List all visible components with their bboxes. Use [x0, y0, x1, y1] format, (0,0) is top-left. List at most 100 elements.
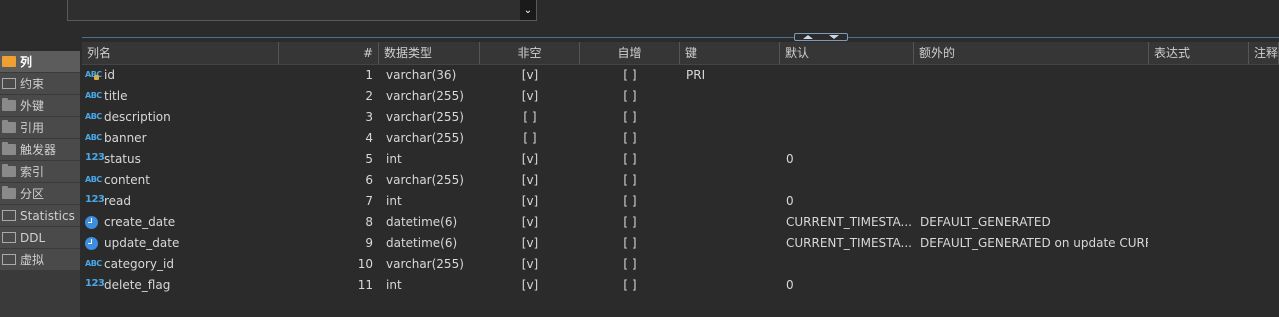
cell-notnull[interactable]: [v]: [480, 149, 580, 170]
cell-autoinc[interactable]: [ ]: [580, 149, 680, 170]
cell-extra: [920, 128, 1148, 149]
cell-autoinc[interactable]: [ ]: [580, 107, 680, 128]
cell-name: banner: [104, 131, 147, 145]
cell-notnull[interactable]: [v]: [480, 65, 580, 86]
column-header[interactable]: 数据类型: [379, 42, 480, 64]
string-type-icon: ABC: [85, 259, 102, 268]
cell-notnull[interactable]: [ ]: [480, 128, 580, 149]
cell-autoinc[interactable]: [ ]: [580, 65, 680, 86]
column-header[interactable]: 额外的: [914, 42, 1149, 64]
chevron-down-icon[interactable]: ⌄: [520, 0, 536, 20]
panel-splitter[interactable]: [82, 37, 1279, 38]
cell-notnull[interactable]: [v]: [480, 86, 580, 107]
splitter-toggle-button[interactable]: [794, 33, 848, 41]
table-row[interactable]: ABC description 3 varchar(255) [ ][ ]: [82, 107, 1279, 128]
cell-num: 5: [365, 152, 373, 166]
cell-name: create_date: [104, 215, 176, 229]
cell-notnull[interactable]: [v]: [480, 191, 580, 212]
table-row[interactable]: 123 delete_flag 11 int [v][ ] 0: [82, 275, 1279, 296]
datetime-type-icon: [85, 216, 98, 229]
cell-autoinc[interactable]: [ ]: [580, 191, 680, 212]
cell-autoinc[interactable]: [ ]: [580, 275, 680, 296]
sidebar-item-3[interactable]: 引用: [0, 117, 80, 138]
folder-icon: [2, 142, 16, 155]
numeric-type-icon: 123: [85, 194, 105, 205]
sidebar-item-label: 触发器: [20, 143, 57, 157]
cell-num: 4: [365, 131, 373, 145]
sidebar-item-label: Statistics: [20, 208, 75, 223]
cell-default: 0: [786, 152, 794, 166]
cell-key: [686, 86, 780, 107]
column-header[interactable]: #: [279, 42, 379, 64]
cell-default: [786, 254, 912, 275]
table-row[interactable]: create_date 8 datetime(6) [v][ ] CURRENT_TIM…: [82, 212, 1279, 233]
cell-default: 0: [786, 194, 794, 208]
column-header[interactable]: 注释: [1249, 42, 1279, 64]
table-row[interactable]: ABCid1varchar(36)[v][ ]PRI: [82, 65, 1279, 86]
sidebar-item-6[interactable]: 分区: [0, 183, 80, 204]
table-row[interactable]: ABC banner 4 varchar(255) [ ][ ]: [82, 128, 1279, 149]
cell-dtype: varchar(36): [386, 68, 457, 82]
cell-autoinc[interactable]: [ ]: [580, 170, 680, 191]
cell-autoinc[interactable]: [ ]: [580, 86, 680, 107]
sidebar-item-0[interactable]: 列: [0, 51, 80, 72]
table-row[interactable]: 123 read 7 int [v][ ] 0: [82, 191, 1279, 212]
cell-extra: DEFAULT_GENERATED: [920, 215, 1051, 229]
cell-autoinc[interactable]: [ ]: [580, 128, 680, 149]
cell-notnull[interactable]: [v]: [480, 275, 580, 296]
sidebar-item-2[interactable]: 外键: [0, 95, 80, 116]
top-input-box[interactable]: ⌄: [67, 0, 537, 21]
column-header[interactable]: 表达式: [1149, 42, 1249, 64]
cell-dtype: int: [386, 194, 402, 208]
cell-autoinc[interactable]: [ ]: [580, 254, 680, 275]
cell-key: [686, 275, 780, 296]
cell-notnull[interactable]: [v]: [480, 233, 580, 254]
folder-icon: [2, 186, 16, 199]
table-header: 列名 # 数据类型 非空 自增键默认 额外的 表达式 注释: [82, 42, 1279, 65]
cell-extra: [920, 254, 1148, 275]
cell-key: [686, 128, 780, 149]
column-header[interactable]: 自增: [580, 42, 680, 64]
cell-default: [786, 128, 912, 149]
cell-dtype: int: [386, 152, 402, 166]
cell-name: id: [104, 68, 115, 82]
column-header[interactable]: 非空: [480, 42, 580, 64]
sidebar-item-label: 引用: [20, 121, 45, 135]
cell-default: [786, 86, 912, 107]
cell-num: 6: [365, 173, 373, 187]
table-row[interactable]: ABC title 2 varchar(255) [v][ ]: [82, 86, 1279, 107]
cell-notnull[interactable]: [v]: [480, 170, 580, 191]
sidebar-item-label: 外键: [20, 99, 45, 113]
sidebar-item-5[interactable]: 索引: [0, 161, 80, 182]
cell-key: [686, 233, 780, 254]
sidebar-item-1[interactable]: 约束: [0, 73, 80, 94]
sidebar-item-7[interactable]: Statistics: [0, 205, 80, 226]
table-row[interactable]: update_date 9 datetime(6) [v][ ] CURRENT_TIM…: [82, 233, 1279, 254]
cell-notnull[interactable]: [v]: [480, 254, 580, 275]
sidebar-item-8[interactable]: DDL: [0, 227, 80, 248]
cell-extra: [920, 149, 1148, 170]
sidebar-item-9[interactable]: 虚拟: [0, 249, 80, 270]
column-header[interactable]: 列名: [82, 42, 279, 64]
sidebar-item-4[interactable]: 触发器: [0, 139, 80, 160]
cell-extra: [920, 275, 1148, 296]
cell-notnull[interactable]: [ ]: [480, 107, 580, 128]
folder-icon: [2, 120, 16, 133]
table-row[interactable]: ABC category_id 10 varchar(255) [v][ ]: [82, 254, 1279, 275]
string-type-icon: ABC: [85, 112, 102, 121]
cell-dtype: datetime(6): [386, 215, 458, 229]
cell-extra: DEFAULT_GENERATED on update CURRE...: [920, 236, 1148, 250]
cell-name: description: [104, 110, 171, 124]
cell-notnull[interactable]: [v]: [480, 212, 580, 233]
table-row[interactable]: ABC content 6 varchar(255) [v][ ]: [82, 170, 1279, 191]
table-row[interactable]: 123 status 5 int [v][ ] 0: [82, 149, 1279, 170]
cell-autoinc[interactable]: [ ]: [580, 233, 680, 254]
column-header[interactable]: 键: [680, 42, 780, 64]
cell-autoinc[interactable]: [ ]: [580, 212, 680, 233]
cell-name: title: [104, 89, 128, 103]
column-header[interactable]: 默认: [780, 42, 914, 64]
collapse-up-icon: [803, 35, 813, 39]
cell-name: category_id: [104, 257, 174, 271]
cell-name: status: [104, 152, 141, 166]
string-type-icon: ABC: [85, 91, 102, 100]
